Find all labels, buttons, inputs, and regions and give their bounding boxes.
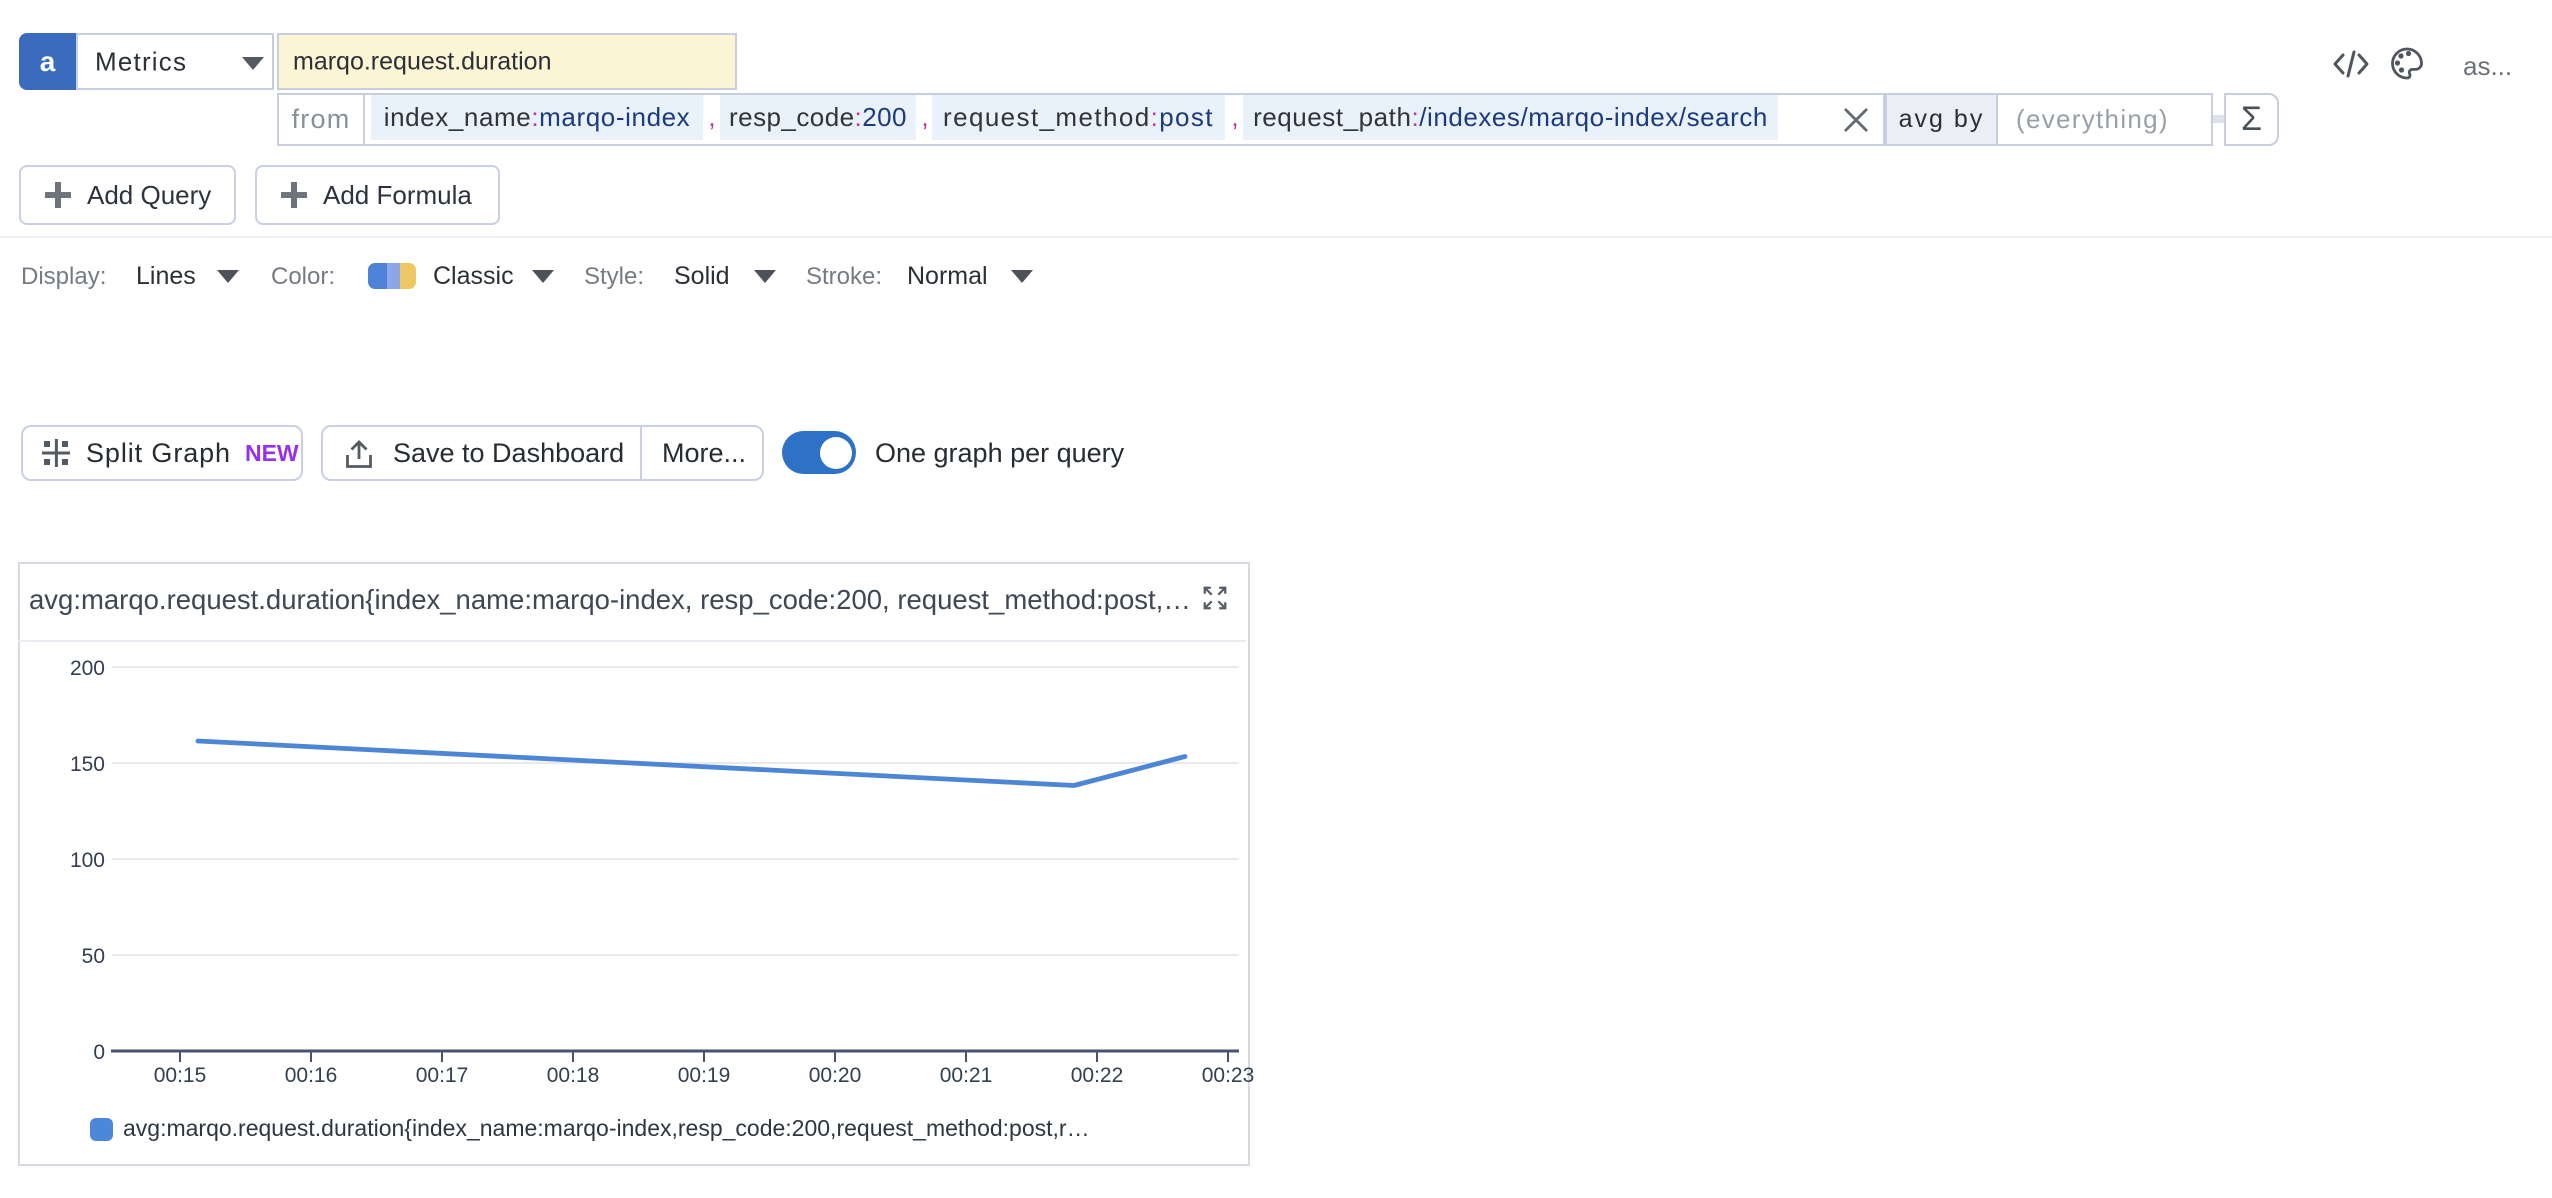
svg-text:00:18: 00:18 (547, 1064, 600, 1087)
svg-text:00:22: 00:22 (1071, 1064, 1124, 1087)
svg-text:0: 0 (93, 1041, 105, 1064)
svg-text:00:15: 00:15 (154, 1064, 207, 1087)
svg-text:00:23: 00:23 (1202, 1064, 1255, 1087)
svg-text:200: 200 (70, 657, 105, 680)
svg-text:00:19: 00:19 (678, 1064, 731, 1087)
svg-text:150: 150 (70, 753, 105, 776)
svg-text:00:20: 00:20 (809, 1064, 862, 1087)
svg-text:00:16: 00:16 (285, 1064, 338, 1087)
svg-text:00:21: 00:21 (940, 1064, 993, 1087)
svg-text:100: 100 (70, 849, 105, 872)
svg-text:00:17: 00:17 (416, 1064, 469, 1087)
svg-text:50: 50 (82, 945, 105, 968)
